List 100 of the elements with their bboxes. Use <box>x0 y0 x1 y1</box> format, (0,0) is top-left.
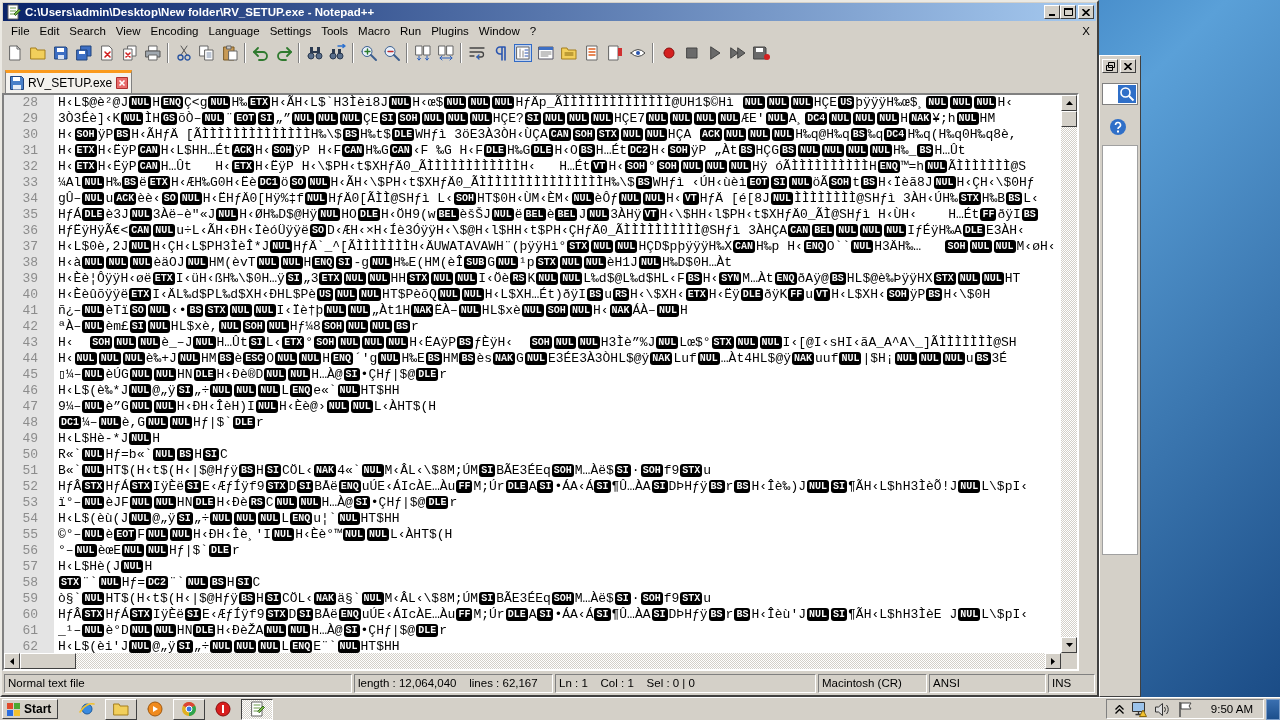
flag-icon[interactable] <box>1177 701 1193 717</box>
close-document-button[interactable]: X <box>1082 24 1090 37</box>
control-char-marker: SOH <box>271 144 294 157</box>
control-char-marker: BEL <box>812 224 835 237</box>
binary-text: 3Àë–è"«J <box>152 207 216 222</box>
binary-text: HT$HH <box>360 383 400 398</box>
binary-text: HÇE7 <box>613 111 646 126</box>
zoom-out-icon[interactable] <box>382 44 401 62</box>
page-marker-icon[interactable] <box>605 44 624 62</box>
control-char-marker: SI <box>297 480 314 493</box>
zoom-in-icon[interactable] <box>359 44 378 62</box>
help-icon[interactable] <box>1110 119 1126 135</box>
binoculars-icon[interactable] <box>305 44 324 62</box>
indent-guides-icon[interactable] <box>513 44 532 62</box>
binary-text: C <box>220 447 228 462</box>
cut-icon[interactable] <box>174 44 193 62</box>
binary-text: HƒÁ <box>105 479 129 494</box>
binary-text: „÷ <box>193 511 210 526</box>
line-number: 54 <box>4 511 54 527</box>
control-char-marker: SUB <box>464 256 487 269</box>
control-char-marker: NUL <box>130 256 153 269</box>
binary-text: r <box>725 607 734 622</box>
close-button[interactable] <box>1078 5 1094 19</box>
close-all-icon[interactable] <box>120 44 139 62</box>
paste-icon[interactable] <box>220 44 239 62</box>
scroll-thumb[interactable] <box>20 653 76 669</box>
control-char-marker: EOT <box>747 176 770 189</box>
binoculars-arrow-icon[interactable] <box>328 44 347 62</box>
save-icon[interactable] <box>51 44 70 62</box>
line-number: 46 <box>4 383 54 399</box>
menu-item[interactable]: Settings <box>264 24 317 37</box>
close-button[interactable] <box>1120 59 1136 73</box>
control-char-marker: BS <box>457 336 474 349</box>
menu-item[interactable]: Plugins <box>426 24 474 37</box>
line-number: 39 <box>4 271 54 287</box>
word-wrap-icon[interactable] <box>467 44 486 62</box>
speaker-icon[interactable] <box>1154 701 1170 717</box>
binary-text: HƒÂ <box>58 479 82 494</box>
copy-icon[interactable] <box>197 44 216 62</box>
minimize-button[interactable] <box>1044 5 1060 19</box>
restore-button[interactable] <box>1102 59 1118 73</box>
control-char-marker: NUL <box>807 480 829 493</box>
menu-item[interactable]: Macro <box>353 24 396 37</box>
control-char-marker: NUL <box>146 528 169 541</box>
menu-item[interactable]: Search <box>64 24 111 37</box>
control-char-marker: FF <box>788 288 805 301</box>
control-char-marker: SI <box>651 608 668 621</box>
control-char-marker: NUL <box>153 224 176 237</box>
menu-item[interactable]: Encoding <box>145 24 204 37</box>
undo-icon[interactable] <box>251 44 270 62</box>
control-char-marker: NUL <box>82 320 105 333</box>
scroll-down-button[interactable] <box>1061 637 1077 653</box>
binary-text: €< <box>112 223 129 238</box>
menu-item[interactable]: Edit <box>34 24 65 37</box>
search-field[interactable] <box>1102 83 1138 105</box>
menu-item[interactable]: Run <box>395 24 427 37</box>
search-icon[interactable] <box>1118 85 1136 103</box>
document-lines-icon[interactable] <box>536 44 555 62</box>
menu-item[interactable]: View <box>110 24 146 37</box>
close-icon[interactable] <box>116 77 129 89</box>
horizontal-scrollbar[interactable] <box>4 653 1061 669</box>
menu-item[interactable]: File <box>6 24 35 37</box>
binary-text: A¸ <box>788 111 805 126</box>
menu-item[interactable]: Window <box>473 24 525 37</box>
double-chevron-up-icon[interactable] <box>1114 704 1124 714</box>
scroll-thumb[interactable] <box>1061 111 1077 127</box>
control-char-marker: SI <box>336 256 353 269</box>
scroll-right-button[interactable] <box>1045 653 1061 669</box>
start-button[interactable]: Start <box>2 699 59 719</box>
show-desktop-button[interactable] <box>1266 698 1280 720</box>
binary-text: H‰ <box>105 175 122 190</box>
control-char-marker: NUL <box>918 352 941 365</box>
control-char-marker: NUL <box>170 416 193 429</box>
binary-text: è <box>546 207 555 222</box>
menu-item[interactable]: Tools <box>316 24 354 37</box>
control-char-marker: NUL <box>496 256 519 269</box>
binary-text: H…Ét <box>595 143 628 158</box>
pages-horizontal-arrows-icon[interactable] <box>436 44 455 62</box>
scroll-up-button[interactable] <box>1061 95 1077 111</box>
tab[interactable]: RV_SETUP.exe <box>5 70 133 93</box>
control-char-marker: NUL <box>98 416 121 429</box>
pages-vertical-arrows-icon[interactable] <box>413 44 432 62</box>
control-char-marker: NUL <box>337 384 360 397</box>
print-icon[interactable] <box>143 44 162 62</box>
binary-text: I‹üH‹ßH‰\$0H…ÿ <box>175 271 285 286</box>
vertical-scrollbar[interactable] <box>1061 95 1077 653</box>
line-number: 59 <box>4 591 54 607</box>
maximize-button[interactable] <box>1060 5 1076 19</box>
taskbar-button[interactable] <box>241 698 274 720</box>
binary-text: _¹– <box>58 623 82 638</box>
redo-icon[interactable] <box>274 44 293 62</box>
menu-item[interactable]: Language <box>203 24 265 37</box>
menu-item[interactable]: ? <box>524 24 542 37</box>
binary-text: H‰E <box>401 351 425 366</box>
binary-text: è”G <box>105 399 129 414</box>
save-all-icon[interactable] <box>74 44 93 62</box>
floppy-record-icon[interactable] <box>751 44 770 62</box>
network-warning-icon[interactable] <box>1131 701 1147 717</box>
control-char-marker: NUL <box>82 496 105 509</box>
scroll-left-button[interactable] <box>4 653 20 669</box>
